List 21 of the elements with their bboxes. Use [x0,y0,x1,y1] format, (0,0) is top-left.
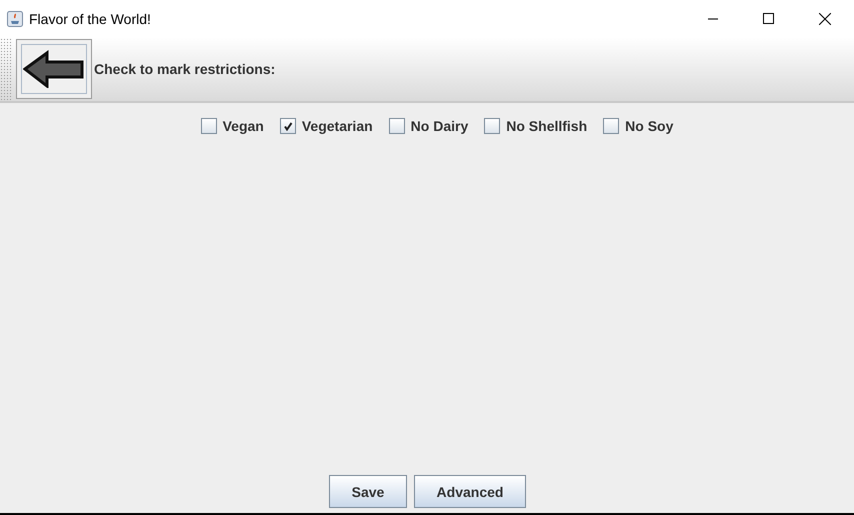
checkbox-label[interactable]: Vegan [222,118,264,134]
back-button[interactable] [16,39,92,99]
checkbox[interactable] [200,118,217,134]
app-icon [7,10,23,26]
window-title: Flavor of the World! [29,10,151,26]
checkbox-label[interactable]: Vegetarian [302,118,373,134]
left-arrow-icon [23,50,85,88]
maximize-icon[interactable] [763,13,774,24]
checkbox[interactable] [484,118,500,134]
checkbox[interactable] [388,118,405,134]
checkbox-label[interactable]: No Soy [625,118,674,134]
checkmark-icon [282,121,293,131]
dialog-button[interactable]: Save [329,475,407,508]
dialog-button[interactable]: Advanced [414,475,526,508]
checkbox-label[interactable]: No Dairy [410,118,468,134]
checkbox[interactable] [280,118,296,134]
checkbox-label[interactable]: No Shellfish [506,118,588,134]
toolbar-label: Check to mark restrictions: [94,61,276,77]
checkbox[interactable] [603,118,620,134]
close-icon[interactable] [819,12,831,24]
toolbar-grip[interactable] [0,38,13,100]
